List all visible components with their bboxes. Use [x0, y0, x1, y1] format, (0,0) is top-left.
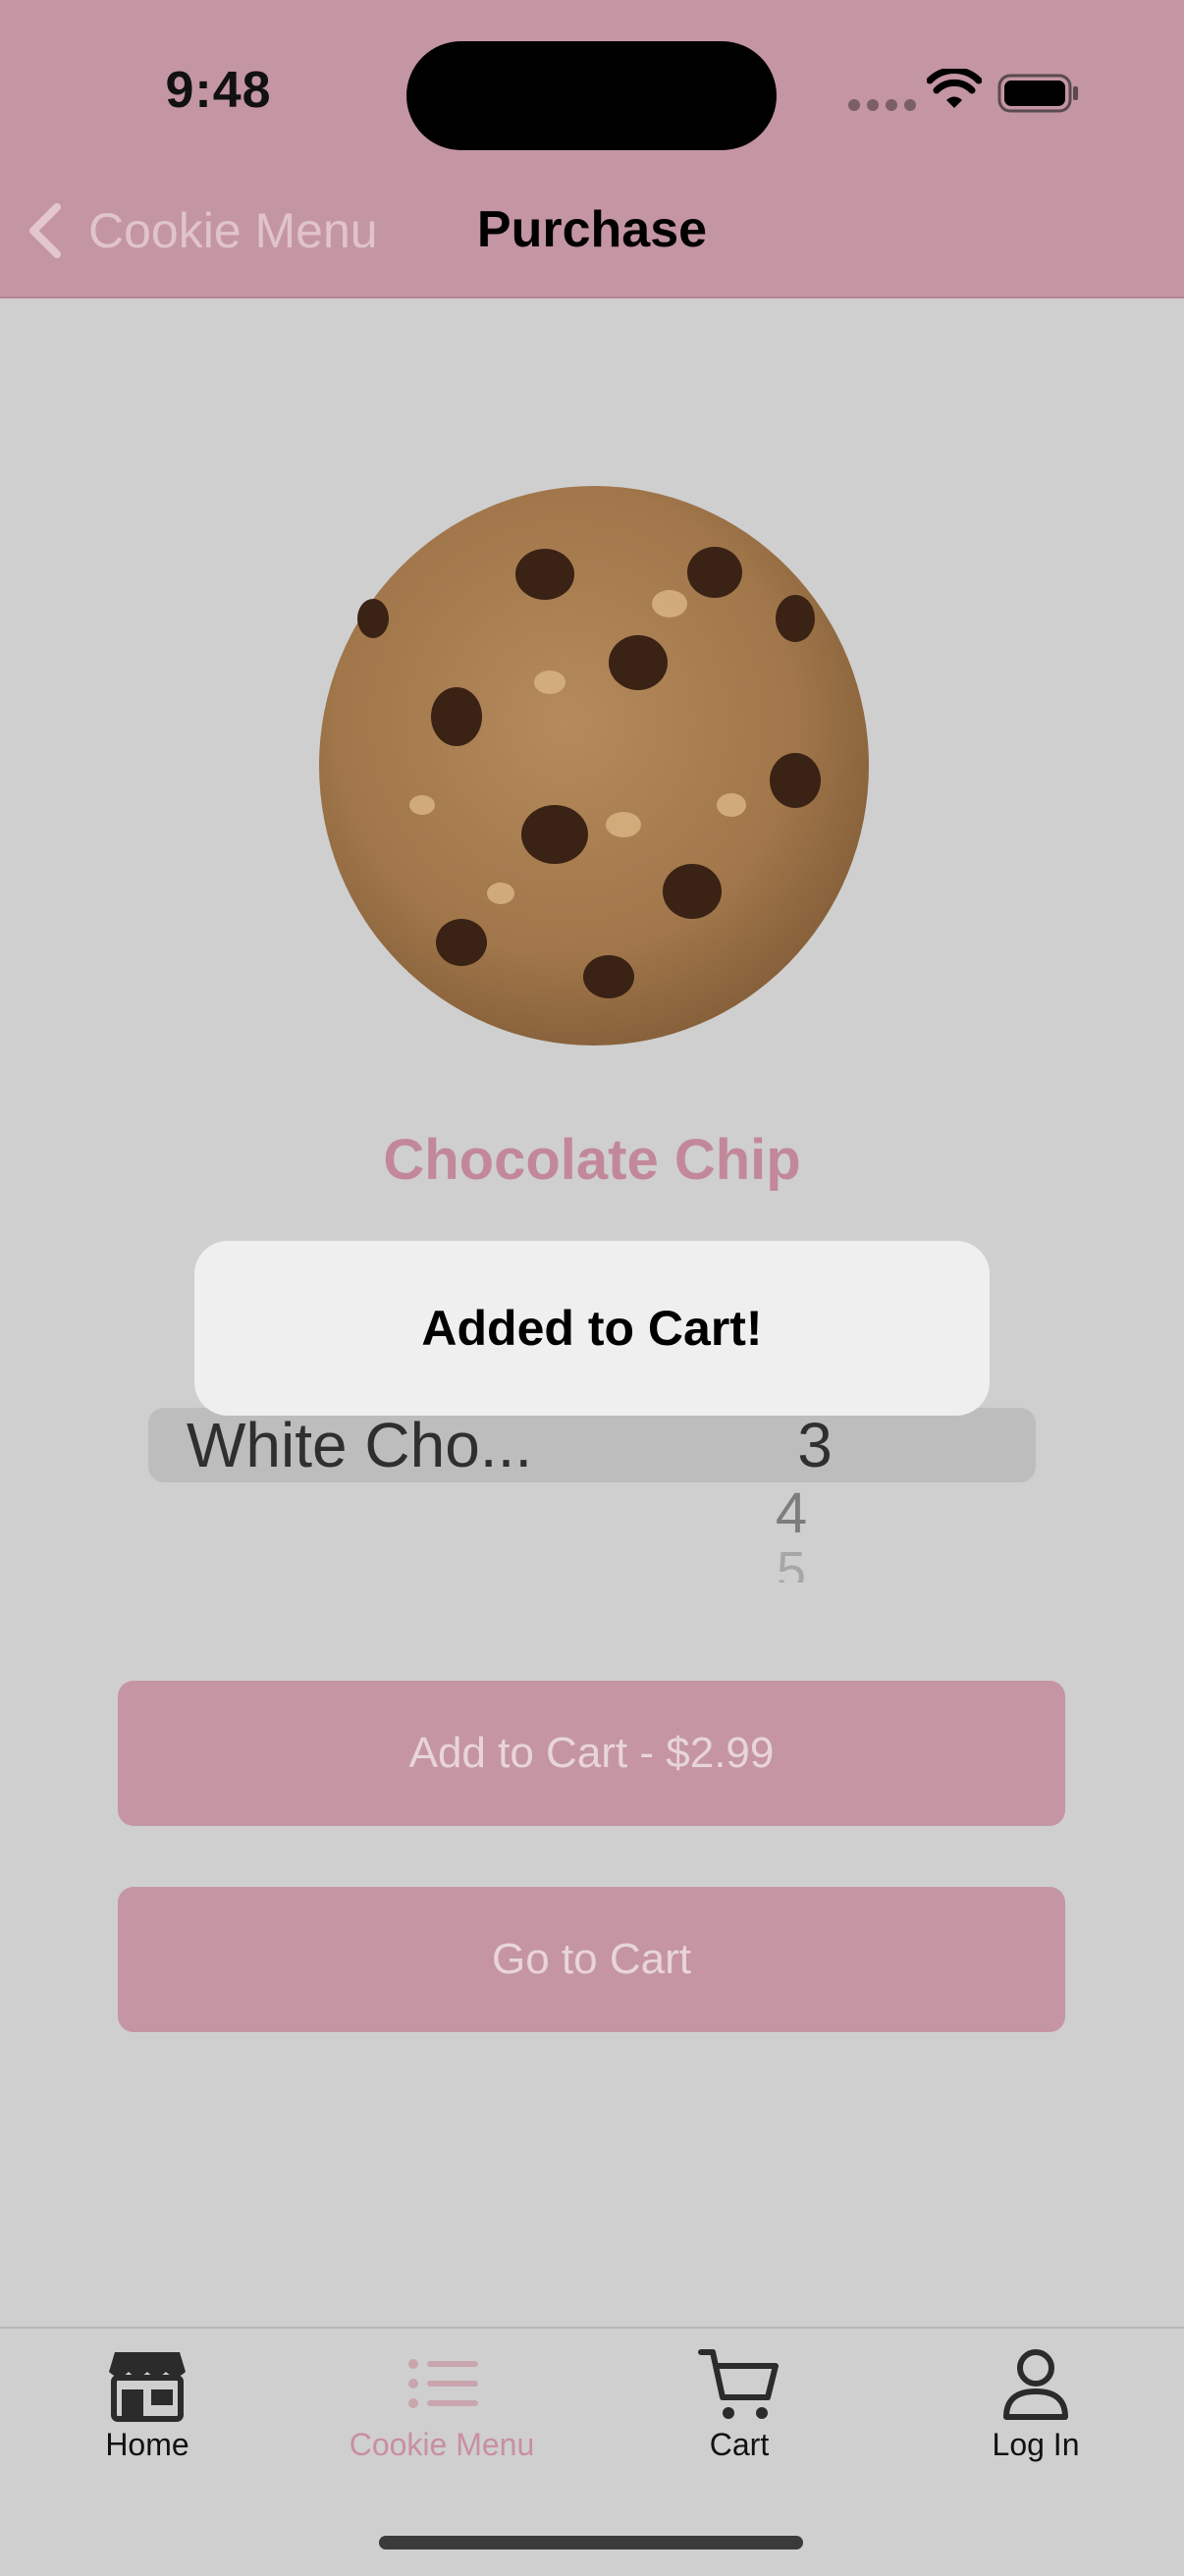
tab-cart-label: Cart — [709, 2427, 770, 2462]
tab-home[interactable]: Home — [29, 2344, 265, 2463]
page-title: Purchase — [476, 201, 708, 258]
quantity-picker-option[interactable]: 4 — [742, 1480, 840, 1546]
status-time: 9:48 — [165, 62, 272, 119]
wifi-icon — [927, 69, 982, 108]
cart-icon — [698, 2349, 779, 2419]
quantity-picker-option[interactable]: 5 — [742, 1543, 840, 1583]
tab-cookie-menu[interactable]: Cookie Menu — [324, 2344, 560, 2463]
battery-icon — [997, 74, 1078, 113]
added-to-cart-alert: Added to Cart! — [194, 1241, 990, 1416]
alert-message: Added to Cart! — [421, 1301, 763, 1356]
cookie-image — [319, 486, 869, 1046]
product-name: Chocolate Chip — [383, 1128, 801, 1192]
tab-cart[interactable]: Cart — [621, 2344, 857, 2463]
storefront-icon — [109, 2352, 186, 2422]
quantity-picker-selected[interactable]: 3 — [766, 1408, 864, 1482]
go-to-cart-button[interactable]: Go to Cart — [118, 1887, 1065, 2032]
person-icon — [1003, 2349, 1068, 2420]
list-icon — [408, 2359, 478, 2408]
add-to-cart-button[interactable]: Add to Cart - $2.99 — [118, 1681, 1065, 1826]
flavor-picker-selected[interactable]: White Cho... — [187, 1408, 532, 1482]
home-indicator — [379, 2536, 803, 2549]
dynamic-island — [406, 41, 777, 150]
tab-log-in[interactable]: Log In — [918, 2344, 1154, 2463]
tab-log-in-label: Log In — [992, 2427, 1080, 2462]
tab-cookie-menu-label: Cookie Menu — [349, 2427, 535, 2462]
signal-icon — [848, 99, 916, 111]
tab-home-label: Home — [105, 2427, 189, 2462]
